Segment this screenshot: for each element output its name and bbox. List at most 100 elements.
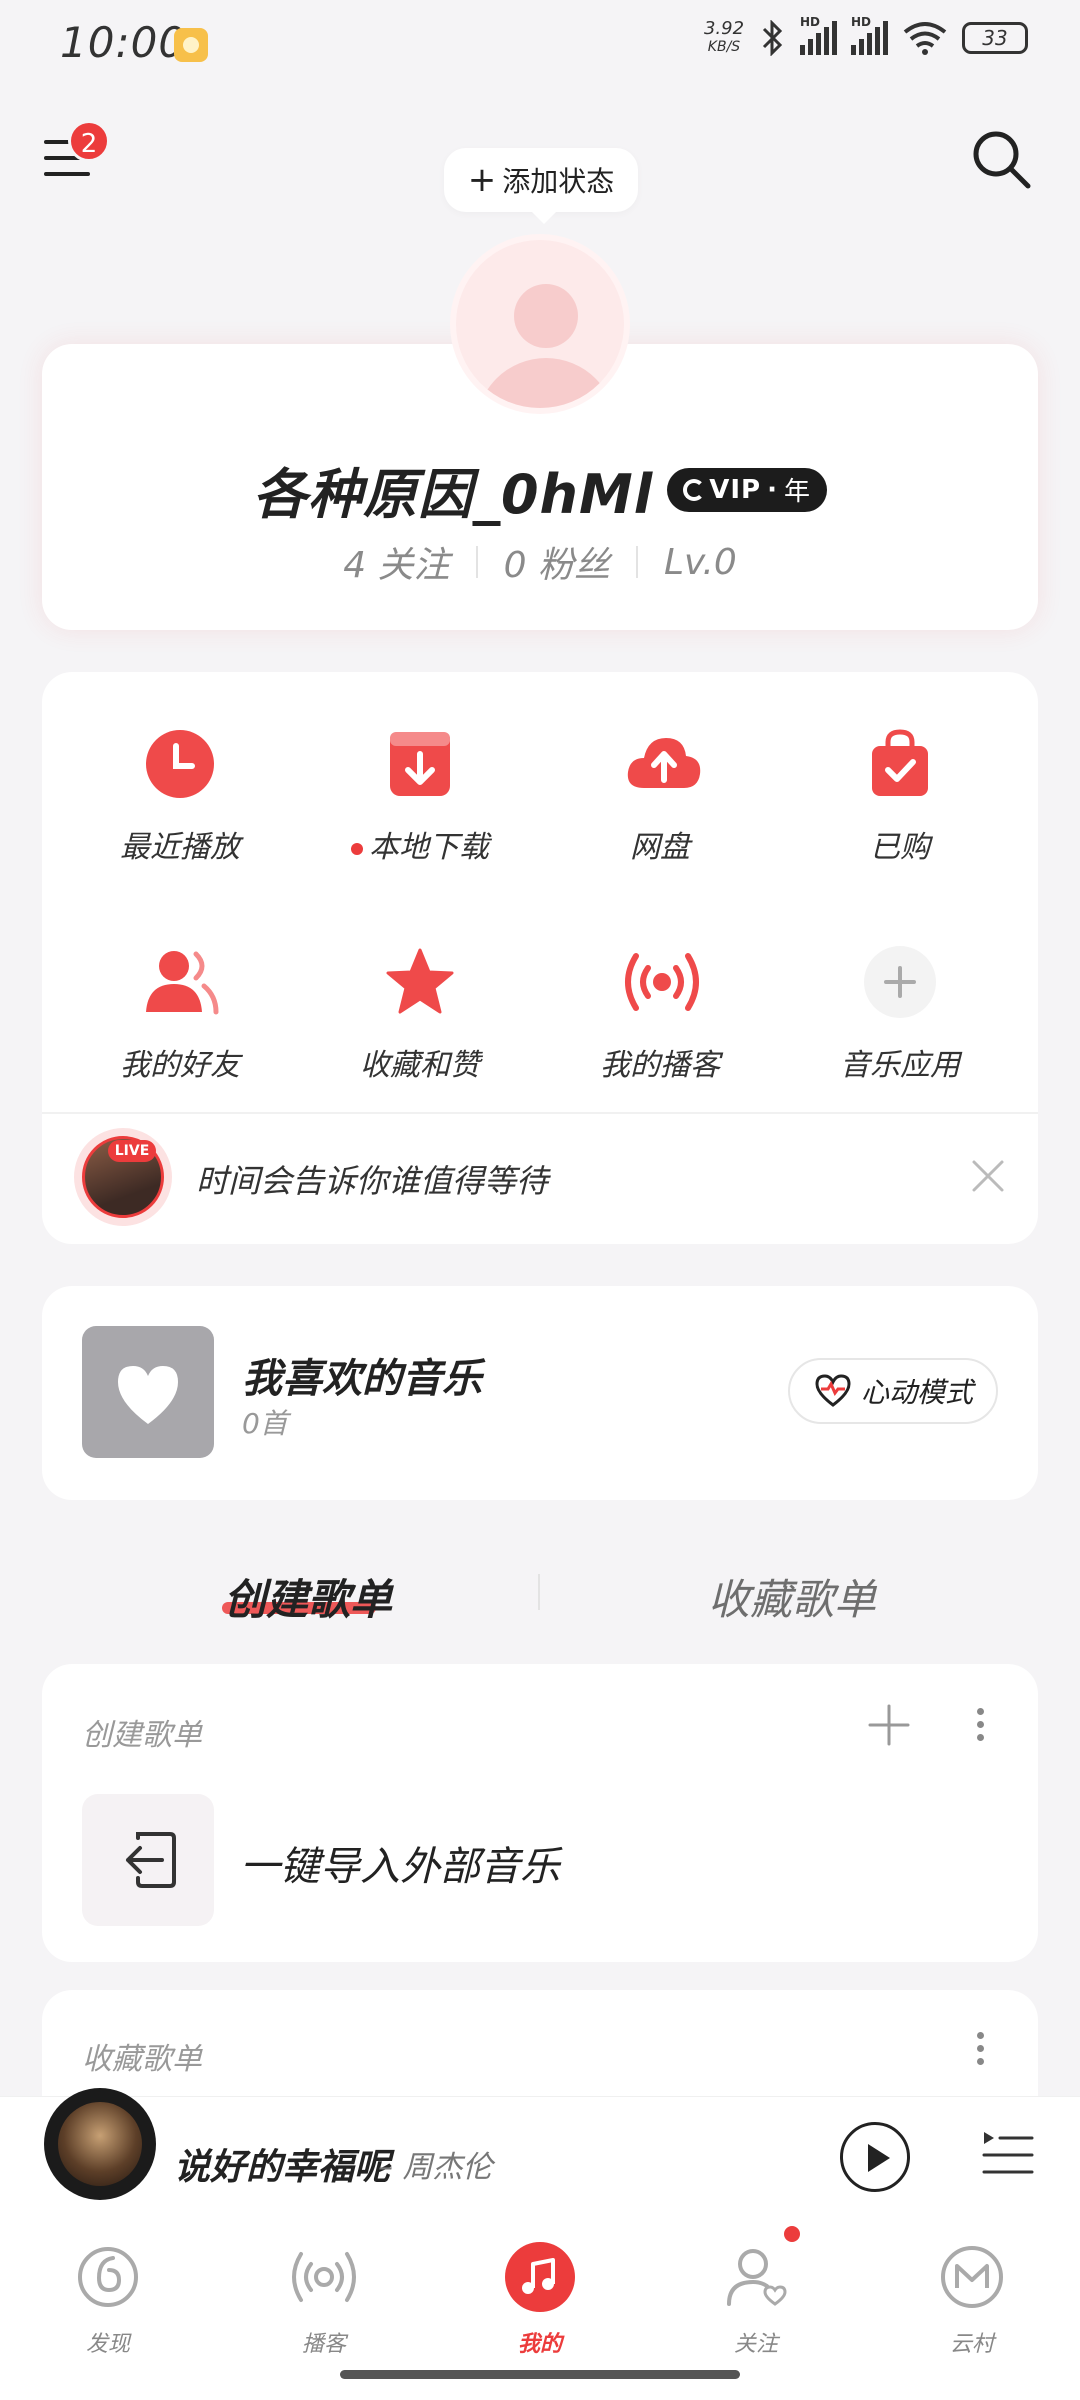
clock-icon [144,728,216,800]
grid-label: 本地下载 [369,830,489,865]
profile-name-row: 各种原因_0hMl VIP · 年 [0,450,1080,529]
nav-follow[interactable]: 关注 [676,2242,836,2358]
close-icon[interactable] [966,1154,1010,1198]
status-indicators: 3.92 KB/S HD HD 33 [702,15,1028,56]
import-cover[interactable] [82,1794,214,1926]
created-playlists-card: 创建歌单 一键导入外部音乐 [42,1664,1038,1962]
collected-playlists-card: 收藏歌单 [42,1990,1038,2110]
play-button[interactable] [840,2122,910,2192]
liked-count: 0首 [242,1407,288,1440]
live-banner[interactable]: LIVE 时间会告诉你谁值得等待 [42,1114,1038,1244]
grid-item-cloud[interactable]: 网盘 [540,728,780,866]
nav-village[interactable]: 云村 [892,2242,1052,2358]
net-speed-unit: KB/S [707,39,741,55]
user-level[interactable]: Lv.0 [664,542,737,583]
album-art[interactable] [44,2088,156,2200]
network-speed: 3.92 KB/S [702,20,746,56]
following-count[interactable]: 4 关注 [343,536,449,588]
heart-mode-button[interactable]: 心动模式 [788,1358,998,1424]
import-music-label[interactable]: 一键导入外部音乐 [240,1834,560,1892]
nav-label: 关注 [733,2332,778,2357]
grid-item-friends[interactable]: 我的好友 [60,946,300,1084]
menu-badge: 2 [68,120,110,162]
vip-logo-icon [683,478,706,501]
live-tag: LIVE [108,1140,156,1162]
avatar[interactable] [450,234,630,414]
nav-label: 我的 [517,2332,562,2357]
heartbeat-icon [815,1374,851,1407]
grid-label: 已购 [870,830,930,865]
queue-icon [982,2132,1034,2174]
playlist-queue-button[interactable] [980,2128,1036,2182]
cloud-upload-icon [624,728,701,800]
artist-name: – 周杰伦 [378,2150,493,2185]
follow-user-icon [721,2242,791,2312]
grid-label: 最近播放 [120,830,240,865]
grid-item-podcast[interactable]: 我的播客 [540,946,780,1084]
grid-item-recent[interactable]: 最近播放 [60,728,300,866]
shopping-bag-icon [864,728,936,800]
nav-discover[interactable]: 发现 [28,2242,188,2358]
village-icon [937,2242,1007,2312]
heart-icon [118,1366,178,1424]
grid-item-purchased[interactable]: 已购 [780,728,1020,866]
section-title: 收藏歌单 [82,2042,202,2077]
profile-stats: 4 关注 0 粉丝 Lv.0 [0,536,1080,588]
tab-collected-playlists[interactable]: 收藏歌单 [708,1566,876,1627]
username[interactable]: 各种原因_0hMl [253,450,653,529]
liked-music-card[interactable]: 我喜欢的音乐 0首 心动模式 [42,1286,1038,1500]
add-status-button[interactable]: + 添加状态 [444,148,638,224]
notification-dot [784,2226,800,2242]
nav-label: 云村 [949,2332,994,2357]
tab-created-playlists[interactable]: 创建歌单 [224,1566,392,1627]
music-note-icon [505,2242,575,2312]
mini-player[interactable] [0,2096,1080,2226]
grid-item-download[interactable]: 本地下载 [300,728,540,866]
search-icon [973,131,1031,189]
nav-label: 播客 [301,2332,346,2357]
live-text: 时间会告诉你谁值得等待 [196,1162,549,1200]
more-button[interactable] [970,1702,990,1752]
followers-count[interactable]: 0 粉丝 [504,536,610,588]
net-speed-value: 3.92 [703,18,745,39]
grid-label: 音乐应用 [840,1048,960,1083]
grid-item-music-apps[interactable]: 音乐应用 [780,946,1020,1084]
wifi-icon [903,22,947,55]
bluetooth-icon [762,20,783,56]
import-icon [126,1831,176,1888]
plus-icon: + [467,160,497,200]
home-indicator[interactable] [340,2370,740,2379]
liked-cover [82,1326,214,1458]
heart-mode-label: 心动模式 [860,1376,973,1409]
podcast-icon [289,2242,359,2312]
discover-icon [73,2242,143,2312]
more-button[interactable] [970,2026,990,2076]
grid-label: 我的好友 [120,1048,240,1083]
nav-label: 发现 [85,2332,130,2357]
vip-label: VIP [709,474,762,505]
add-status-label: 添加状态 [502,165,615,198]
grid-label: 我的播客 [600,1048,720,1083]
nav-mine[interactable]: 我的 [460,2242,620,2358]
notification-app-icon [174,28,208,62]
vip-term: 年 [784,477,812,507]
signal-2: HD [851,15,888,55]
star-icon [384,946,456,1018]
nav-podcast[interactable]: 播客 [244,2242,404,2358]
battery-indicator: 33 [962,22,1028,54]
grid-label: 收藏和赞 [360,1048,480,1083]
vip-badge[interactable]: VIP · 年 [667,467,828,512]
liked-title: 我喜欢的音乐 [242,1356,482,1402]
plus-icon [868,1704,910,1746]
signal-1: HD [800,15,837,55]
song-title: 说好的幸福呢 [174,2147,391,2188]
grid-item-favorites[interactable]: 收藏和赞 [300,946,540,1084]
hd-label-1: HD [800,15,821,29]
grid-label: 网盘 [630,830,690,865]
tab-divider [538,1574,540,1610]
podcast-icon [624,946,699,1018]
status-time: 10:00 [60,18,187,67]
new-dot [351,842,363,855]
add-playlist-button[interactable] [866,1702,912,1748]
search-button[interactable] [968,126,1034,192]
